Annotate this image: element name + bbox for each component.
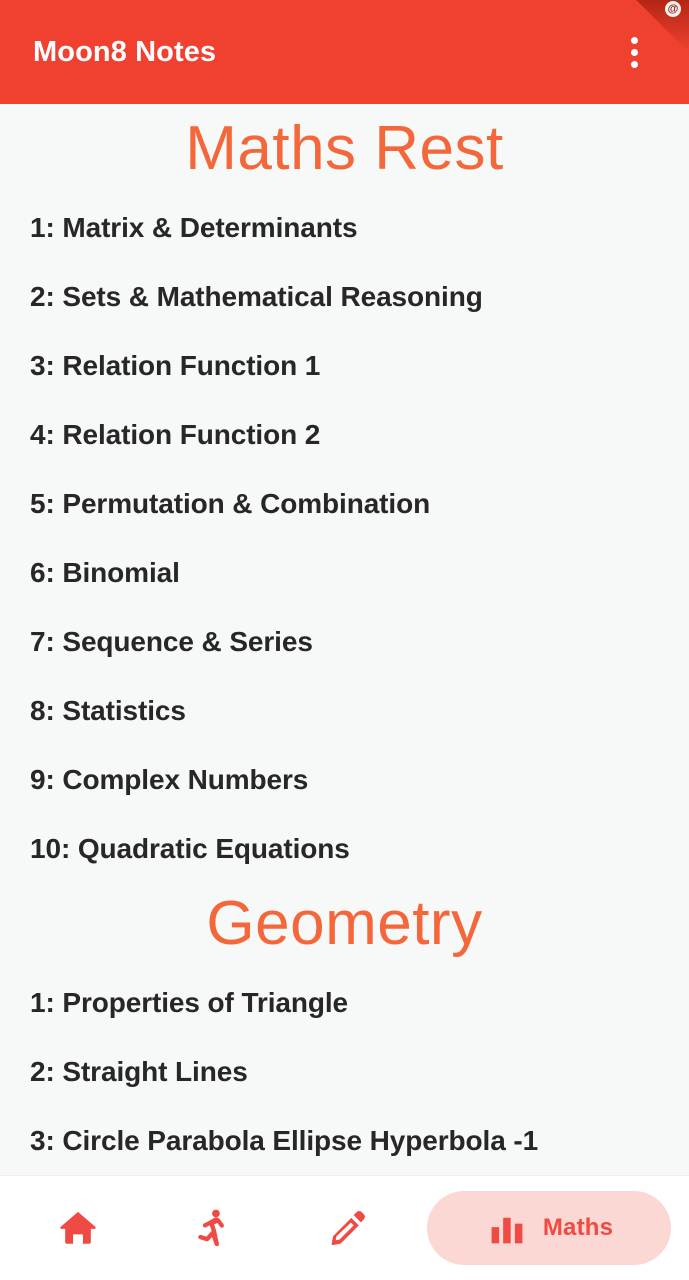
app-title: Moon8 Notes [33, 35, 217, 68]
list-item[interactable]: 2: Straight Lines [0, 1038, 689, 1107]
list-item[interactable]: 3: Circle Parabola Ellipse Hyperbola -1 [0, 1107, 689, 1175]
list-item[interactable]: 7: Sequence & Series [0, 607, 689, 676]
list-item[interactable]: 9: Complex Numbers [0, 745, 689, 814]
topic-list-maths-rest: 1: Matrix & Determinants 2: Sets & Mathe… [0, 193, 689, 883]
bottom-navigation-bar: Maths [0, 1175, 689, 1280]
bar-chart-icon [485, 1206, 529, 1250]
home-icon [56, 1206, 100, 1250]
more-dot [630, 60, 638, 68]
list-item[interactable]: 4: Relation Function 2 [0, 400, 689, 469]
list-item[interactable]: 3: Relation Function 1 [0, 331, 689, 400]
list-item[interactable]: 8: Statistics [0, 676, 689, 745]
nav-item-home[interactable] [10, 1191, 145, 1265]
app-screen: Moon8 Notes @ Maths Rest 1: Matrix & Det… [0, 0, 689, 1280]
more-dot [630, 36, 638, 44]
section-heading-geometry: Geometry [206, 889, 483, 959]
topic-list-geometry: 1: Properties of Triangle 2: Straight Li… [0, 969, 689, 1175]
list-item[interactable]: 10: Quadratic Equations [0, 814, 689, 883]
more-dot [630, 48, 638, 56]
section-heading-maths-rest: Maths Rest [185, 114, 504, 183]
nav-item-activity[interactable] [145, 1191, 280, 1265]
list-item[interactable]: 5: Permutation & Combination [0, 469, 689, 538]
running-person-icon [191, 1206, 235, 1250]
pencil-icon [326, 1206, 370, 1250]
list-item[interactable]: 1: Properties of Triangle [0, 969, 689, 1038]
app-bar: Moon8 Notes @ [0, 0, 689, 104]
list-item[interactable]: 1: Matrix & Determinants [0, 193, 689, 262]
nav-item-maths[interactable]: Maths [427, 1191, 671, 1265]
corner-badge-icon: @ [665, 1, 681, 17]
more-vert-icon[interactable] [607, 25, 661, 79]
list-item[interactable]: 6: Binomial [0, 538, 689, 607]
notes-content: Maths Rest 1: Matrix & Determinants 2: S… [0, 104, 689, 1175]
nav-item-label-maths: Maths [542, 1214, 614, 1241]
nav-item-notes[interactable] [280, 1191, 415, 1265]
list-item[interactable]: 2: Sets & Mathematical Reasoning [0, 262, 689, 331]
